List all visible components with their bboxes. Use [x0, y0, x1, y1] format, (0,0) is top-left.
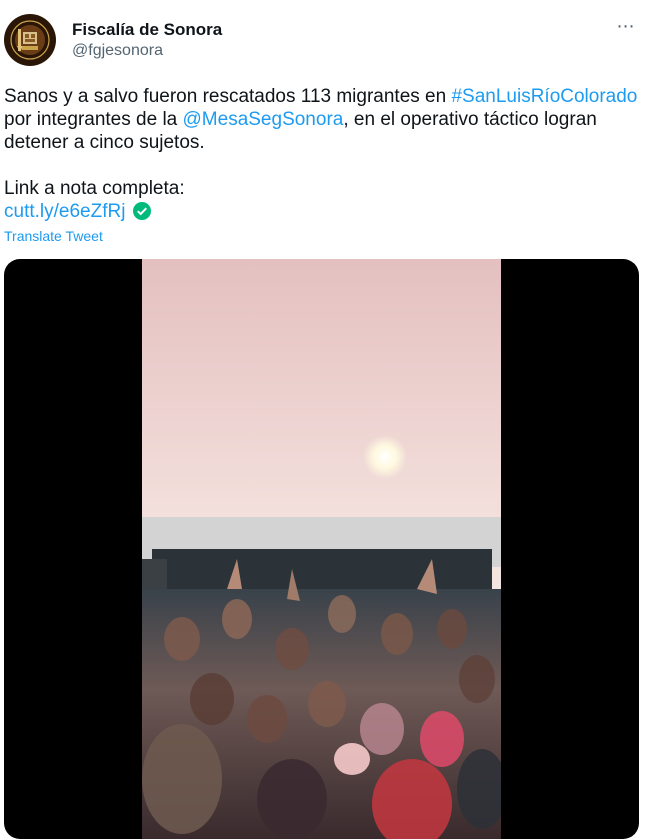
mention-link[interactable]: @MesaSegSonora [183, 109, 344, 130]
account-handle[interactable]: @fgjesonora [72, 42, 163, 60]
link-row: cutt.ly/e6eZfRj [4, 200, 644, 223]
tweet-text: Sanos y a salvo fueron rescatados 113 mi… [4, 85, 644, 223]
tweet-header: Fiscalía de Sonora @fgjesonora ⋯ [4, 14, 653, 66]
more-options-icon[interactable]: ⋯ [611, 16, 641, 40]
link-label: Link a nota completa: [4, 178, 185, 199]
avatar[interactable] [4, 14, 56, 66]
tweet-text-part: por integrantes de la [4, 109, 183, 130]
video-thumbnail [142, 259, 501, 839]
hashtag-link[interactable]: #SanLuisRíoColorado [451, 86, 637, 107]
tweet-text-part: Sanos y a salvo fueron rescatados 113 mi… [4, 86, 452, 107]
verified-check-icon [132, 202, 151, 220]
note-link[interactable]: cutt.ly/e6eZfRj [4, 201, 125, 222]
video-player[interactable] [4, 259, 639, 839]
account-name[interactable]: Fiscalía de Sonora [72, 20, 222, 40]
video-frame[interactable] [142, 259, 501, 839]
seal-logo-icon [5, 15, 55, 65]
translate-tweet-link[interactable]: Translate Tweet [4, 228, 103, 244]
